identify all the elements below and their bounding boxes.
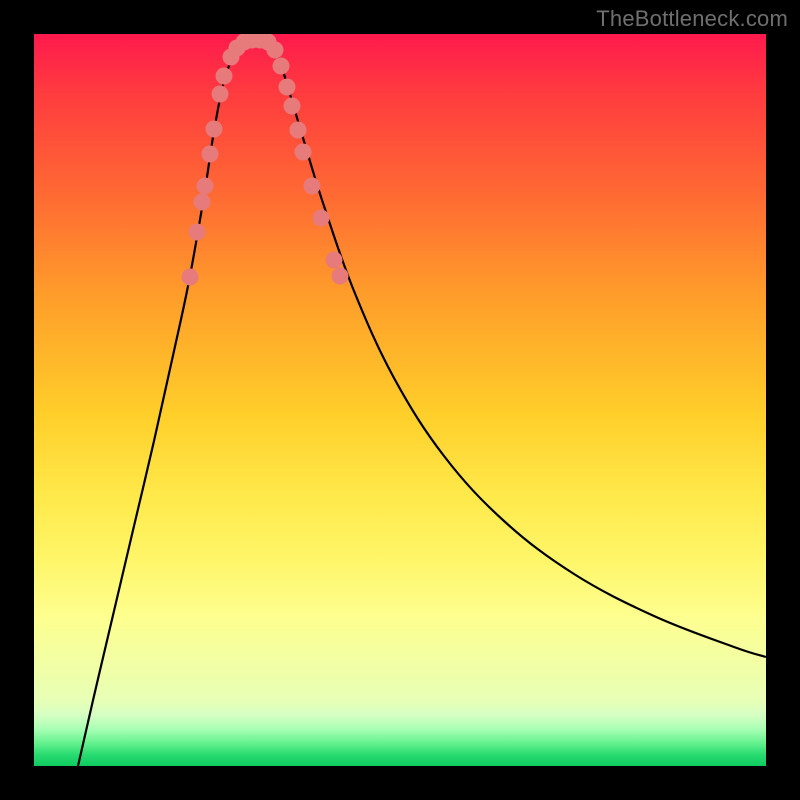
chart-plot-area [34,34,766,766]
chart-svg [34,34,766,766]
marker-dot [326,252,343,269]
marker-dot [182,269,199,286]
marker-dot [304,178,321,195]
marker-dot [332,268,349,285]
marker-dot [216,68,233,85]
marker-dot [267,42,284,59]
marker-dot [197,178,214,195]
marker-dot [273,58,290,75]
marker-group [182,34,349,286]
marker-dot [279,79,296,96]
marker-dot [206,121,223,138]
marker-dot [194,194,211,211]
marker-dot [313,210,330,227]
marker-dot [284,98,301,115]
watermark-text: TheBottleneck.com [596,6,788,32]
marker-dot [189,224,206,241]
curve-right [268,39,766,657]
marker-dot [290,122,307,139]
marker-dot [202,146,219,163]
curve-left [78,39,250,766]
marker-dot [212,86,229,103]
marker-dot [295,144,312,161]
